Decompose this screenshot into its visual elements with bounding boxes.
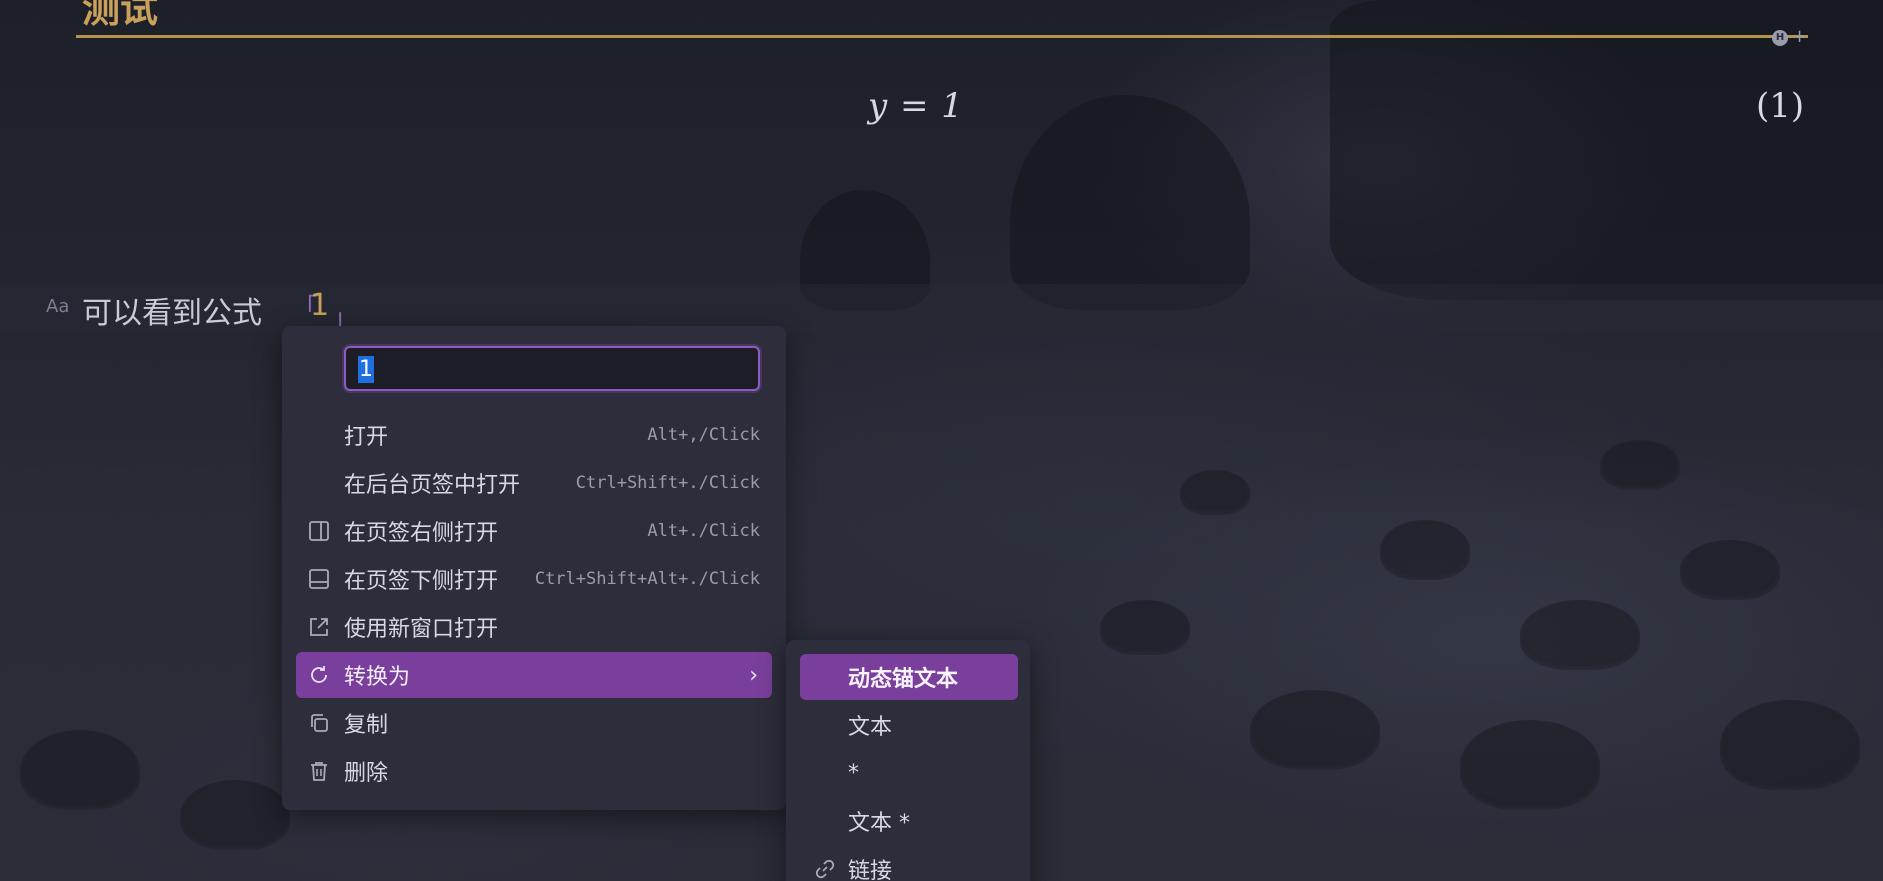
menu-item-label: 删除 — [344, 761, 389, 786]
background-stone — [1100, 600, 1190, 655]
background-stone — [1460, 720, 1600, 810]
background-stone — [1680, 540, 1780, 600]
menu-item-shortcut: Alt+./Click — [647, 521, 760, 541]
menu-item-label: 打开 — [344, 425, 389, 450]
copy-icon — [308, 712, 330, 734]
heading-badge-icon[interactable]: H — [1772, 30, 1788, 46]
menu-item-label: 复制 — [344, 713, 389, 738]
submenu-item-label: 动态锚文本 — [848, 667, 959, 692]
menu-item-open-right[interactable]: 在页签右侧打开 Alt+./Click — [296, 508, 772, 554]
chevron-right-icon: › — [749, 662, 758, 688]
paragraph-text[interactable]: 可以看到公式 — [82, 288, 262, 332]
submenu-item-label: 文本 * — [848, 811, 910, 836]
heading-title[interactable]: 测试 — [82, 0, 158, 33]
submenu-item-label: 文本 — [848, 715, 893, 740]
menu-item-label: 转换为 — [344, 665, 411, 690]
input-selection-highlight: 1 — [358, 356, 374, 383]
math-formula[interactable]: y = 1 — [868, 86, 964, 126]
background-stone — [1180, 470, 1250, 515]
math-equation-tag: (1) — [1756, 86, 1805, 126]
submenu-item-link[interactable]: 链接 — [800, 846, 1018, 881]
menu-item-shortcut: Ctrl+Shift+./Click — [575, 473, 760, 493]
menu-item-convert-to[interactable]: 转换为 › — [296, 652, 772, 698]
heading-underline — [76, 35, 1808, 38]
split-right-icon — [308, 520, 330, 542]
menu-item-label: 使用新窗口打开 — [344, 617, 499, 642]
menu-item-shortcut: Alt+,/Click — [647, 425, 760, 445]
menu-item-open[interactable]: 打开 Alt+,/Click — [296, 412, 772, 458]
submenu-item-star[interactable]: * — [800, 750, 1018, 796]
add-block-icon[interactable]: + — [1792, 27, 1807, 47]
menu-item-open-background-tab[interactable]: 在后台页签中打开 Ctrl+Shift+./Click — [296, 460, 772, 506]
split-down-icon — [308, 568, 330, 590]
paragraph-block-highlight — [0, 284, 1883, 332]
menu-item-label: 在页签右侧打开 — [344, 521, 499, 546]
background-rock — [1010, 95, 1250, 310]
link-icon — [814, 858, 836, 880]
background-stone — [1380, 520, 1470, 580]
submenu-item-text[interactable]: 文本 — [800, 702, 1018, 748]
block-ref-anchor[interactable]: 1 — [310, 288, 329, 323]
background-stone — [1520, 600, 1640, 670]
menu-item-label: 在页签下侧打开 — [344, 569, 499, 594]
background-stone — [1600, 440, 1680, 490]
convert-to-submenu: 动态锚文本 文本 * 文本 * 链接 — [786, 640, 1030, 881]
background-stone — [180, 780, 290, 850]
external-window-icon — [308, 616, 330, 638]
block-ref-context-menu: 1 打开 Alt+,/Click 在后台页签中打开 Ctrl+Shift+./C… — [282, 326, 786, 810]
refresh-icon — [308, 664, 330, 686]
background-stone — [1250, 690, 1380, 770]
trash-icon — [308, 760, 330, 782]
menu-item-copy[interactable]: 复制 — [296, 700, 772, 746]
menu-item-delete[interactable]: 删除 — [296, 748, 772, 794]
submenu-item-text-star[interactable]: 文本 * — [800, 798, 1018, 844]
paragraph-format-icon[interactable]: Aa — [46, 296, 69, 317]
menu-item-open-new-window[interactable]: 使用新窗口打开 — [296, 604, 772, 650]
menu-item-open-below[interactable]: 在页签下侧打开 Ctrl+Shift+Alt+./Click — [296, 556, 772, 602]
background-stone — [20, 730, 140, 810]
anchor-text-input[interactable] — [344, 346, 760, 391]
submenu-item-label: * — [848, 760, 859, 786]
submenu-item-label: 链接 — [848, 859, 893, 881]
menu-item-label: 在后台页签中打开 — [344, 473, 521, 498]
background-stone — [1720, 700, 1860, 790]
menu-item-shortcut: Ctrl+Shift+Alt+./Click — [534, 569, 760, 589]
submenu-item-dynamic-anchor[interactable]: 动态锚文本 — [800, 654, 1018, 700]
